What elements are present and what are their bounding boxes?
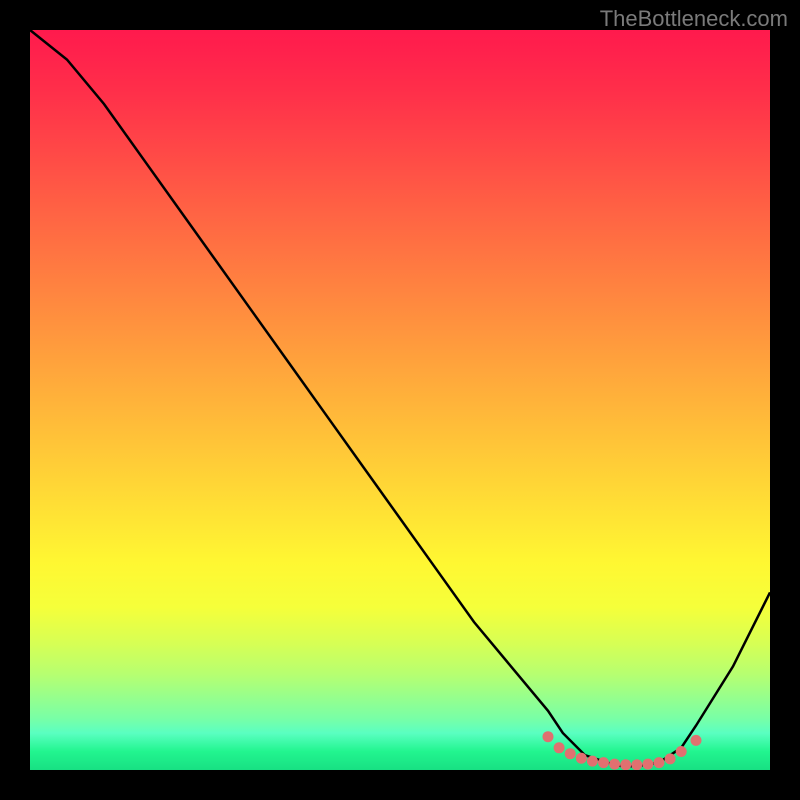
sweet-spot-dot bbox=[565, 748, 576, 759]
sweet-spot-dot bbox=[691, 735, 702, 746]
sweet-spot-dot bbox=[554, 742, 565, 753]
curve-svg bbox=[30, 30, 770, 770]
sweet-spot-dot bbox=[620, 759, 631, 770]
sweet-spot-dot bbox=[642, 759, 653, 770]
watermark-text: TheBottleneck.com bbox=[600, 6, 788, 32]
sweet-spot-dot bbox=[598, 757, 609, 768]
sweet-spot-dot bbox=[665, 753, 676, 764]
sweet-spot-dot bbox=[654, 757, 665, 768]
sweet-spot-dot bbox=[676, 746, 687, 757]
sweet-spot-dot bbox=[609, 759, 620, 770]
plot-area bbox=[30, 30, 770, 770]
sweet-spot-dot bbox=[576, 753, 587, 764]
sweet-spot-dot bbox=[631, 759, 642, 770]
bottleneck-curve-line bbox=[30, 30, 770, 766]
sweet-spot-dot bbox=[543, 731, 554, 742]
sweet-spot-dot bbox=[587, 756, 598, 767]
chart-container: TheBottleneck.com bbox=[0, 0, 800, 800]
